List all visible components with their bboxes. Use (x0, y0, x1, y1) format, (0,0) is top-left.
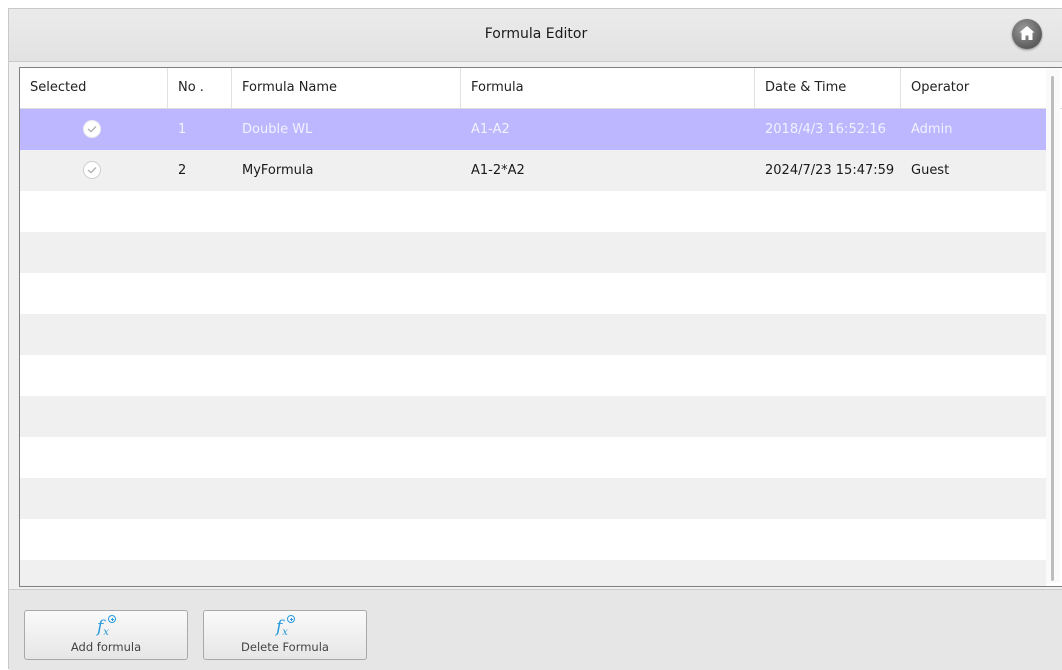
empty-row (20, 191, 1046, 232)
table-body: 1 Double WL A1-A2 2018/4/3 16:52:16 Admi… (20, 109, 1046, 586)
add-formula-label: Add formula (70, 640, 142, 654)
selected-check-icon[interactable] (83, 120, 101, 138)
delete-formula-label: Delete Formula (241, 640, 329, 654)
table-header: Selected No . Formula Name Formula Date … (20, 68, 1062, 109)
cell-formula: A1-A2 (471, 122, 510, 137)
column-header-operator[interactable]: Operator (901, 68, 1046, 108)
column-header-date-time[interactable]: Date & Time (755, 68, 901, 108)
cell-no: 2 (178, 163, 187, 178)
add-formula-button[interactable]: fx Add formula (24, 610, 188, 660)
cell-formula: A1-2*A2 (471, 163, 525, 178)
empty-row (20, 355, 1046, 396)
column-header-formula-name[interactable]: Formula Name (232, 68, 461, 108)
function-delete-icon: fx (276, 615, 295, 638)
column-header-no[interactable]: No . (168, 68, 232, 108)
scrollbar-thumb[interactable] (1051, 76, 1054, 581)
empty-row (20, 396, 1046, 437)
cell-formula-name: MyFormula (242, 163, 314, 178)
empty-row (20, 314, 1046, 355)
selected-check-icon[interactable] (83, 161, 101, 179)
checkmark-icon (87, 126, 97, 133)
cell-formula-name: Double WL (242, 122, 313, 137)
formula-table: Selected No . Formula Name Formula Date … (19, 67, 1062, 587)
cell-date-time: 2024/7/23 15:47:59 (765, 163, 895, 178)
empty-row (20, 273, 1046, 314)
cell-date-time: 2018/4/3 16:52:16 (765, 122, 886, 137)
cell-no: 1 (178, 122, 187, 137)
home-icon (1019, 26, 1035, 40)
function-add-icon: fx (97, 615, 116, 638)
formula-editor-window: Formula Editor Selected No . Formula Nam… (8, 8, 1062, 670)
home-button[interactable] (1012, 19, 1042, 49)
title-bar: Formula Editor (9, 9, 1062, 62)
empty-row (20, 437, 1046, 478)
table-row[interactable]: 2 MyFormula A1-2*A2 2024/7/23 15:47:59 G… (20, 150, 1046, 191)
empty-row (20, 478, 1046, 519)
cell-operator: Admin (911, 122, 953, 137)
empty-row (20, 519, 1046, 560)
table-row[interactable]: 1 Double WL A1-A2 2018/4/3 16:52:16 Admi… (20, 109, 1046, 150)
checkmark-icon (87, 167, 97, 174)
window-title: Formula Editor (484, 26, 588, 42)
column-header-formula[interactable]: Formula (461, 68, 755, 108)
column-header-selected[interactable]: Selected (20, 68, 168, 108)
delete-formula-button[interactable]: fx Delete Formula (203, 610, 367, 660)
cell-operator: Guest (911, 163, 950, 178)
empty-row (20, 560, 1046, 586)
bottom-toolbar: fx Add formula fx Delete Formula (9, 589, 1062, 670)
empty-row (20, 232, 1046, 273)
